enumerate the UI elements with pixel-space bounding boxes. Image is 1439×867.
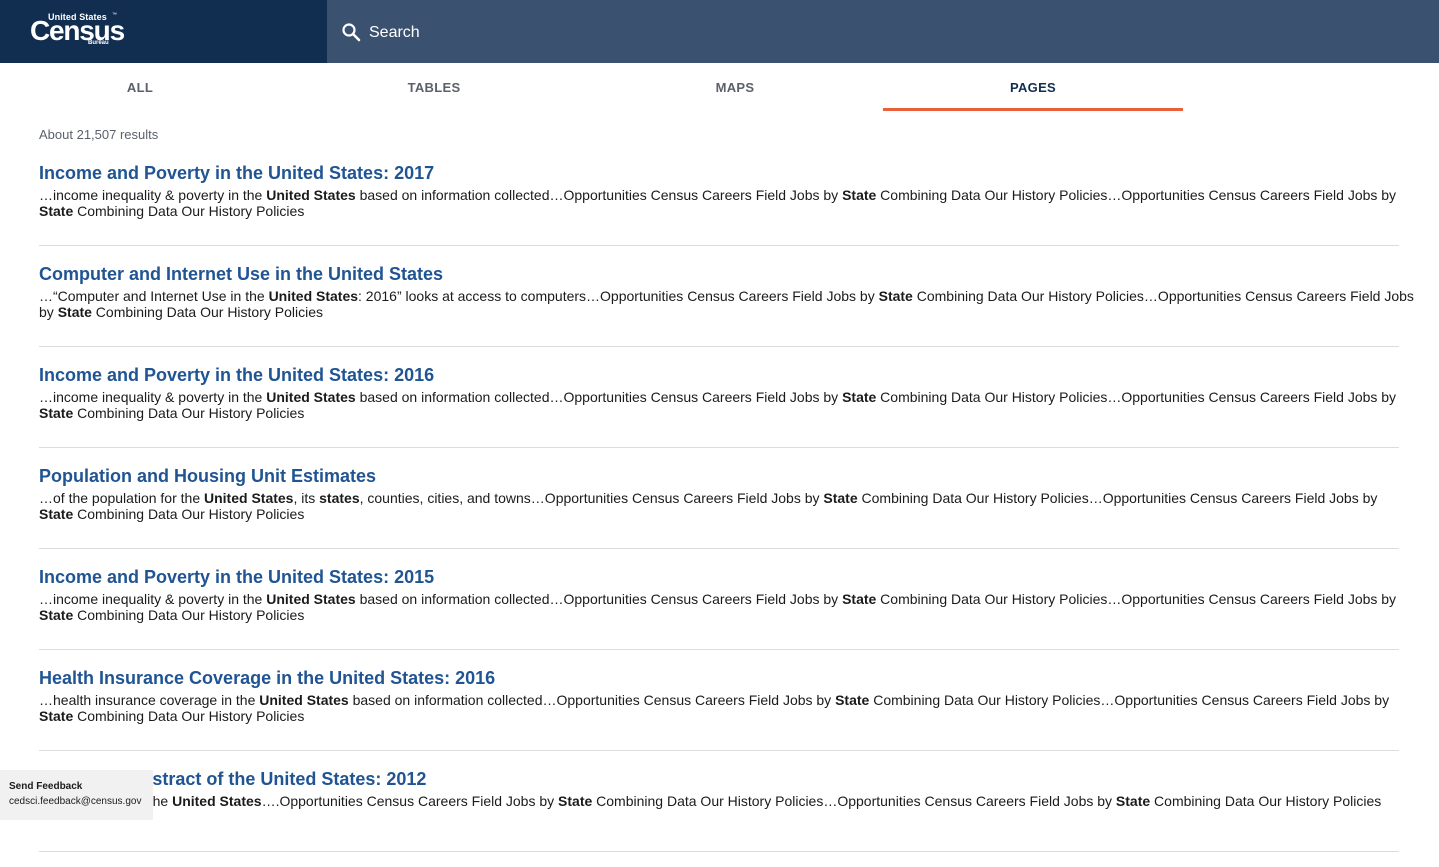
snippet-highlight: United States [204, 490, 294, 506]
snippet-text: Combining Data Our History Policies…Oppo… [876, 389, 1397, 405]
snippet-text: , counties, cities, and towns…Opportunit… [359, 490, 824, 506]
tab-tables[interactable]: TABLES [284, 63, 584, 111]
snippet-text: …income inequality & poverty in the [39, 187, 267, 203]
result-snippet: …income inequality & poverty in the Unit… [39, 187, 1414, 219]
snippet-text: …income inequality & poverty in the [39, 389, 267, 405]
snippet-highlight: State [39, 506, 74, 522]
feedback-email[interactable]: cedsci.feedback@census.gov [9, 796, 141, 807]
tab-all[interactable]: ALL [0, 63, 290, 111]
result-snippet: …health insurance coverage in the United… [39, 692, 1414, 724]
result-snippet: …of the population for the United States… [39, 490, 1414, 522]
snippet-text: based on information collected…Opportuni… [355, 187, 843, 203]
result-title-link[interactable]: Population and Housing Unit Estimates [39, 463, 1419, 489]
result-title-link[interactable]: Income and Poverty in the United States:… [39, 362, 1419, 388]
result-item: Population and Housing Unit Estimates …of… [39, 463, 1419, 564]
result-item: Income and Poverty in the United States:… [39, 362, 1419, 463]
snippet-highlight: State [39, 203, 74, 219]
snippet-text: Combining Data Our History Policies [73, 708, 305, 724]
snippet-highlight: United States [172, 793, 262, 809]
top-header: United States ™ Census Bureau [0, 0, 1439, 63]
result-item: Income and Poverty in the United States:… [39, 160, 1419, 261]
tab-pages[interactable]: PAGES [883, 63, 1183, 111]
snippet-text: …of the population for the [39, 490, 204, 506]
result-snippet: …“Computer and Internet Use in the Unite… [39, 288, 1414, 320]
tab-maps[interactable]: MAPS [585, 63, 885, 111]
search-bar [327, 0, 1439, 63]
snippet-highlight: United States [266, 591, 356, 607]
results-count: About 21,507 results [39, 127, 159, 142]
snippet-highlight: United States [266, 389, 356, 405]
result-item: Computer and Internet Use in the United … [39, 261, 1419, 362]
search-icon[interactable] [341, 22, 361, 42]
snippet-text: based on information collected…Opportuni… [355, 591, 843, 607]
snippet-highlight: United States [259, 692, 349, 708]
snippet-highlight: United States [266, 187, 356, 203]
snippet-highlight: State [842, 591, 877, 607]
search-input[interactable] [367, 19, 971, 47]
snippet-highlight: State [39, 607, 74, 623]
snippet-text: Combining Data Our History Policies…Oppo… [876, 187, 1397, 203]
snippet-text: Combining Data Our History Policies…Oppo… [876, 591, 1397, 607]
snippet-highlight: State [39, 708, 74, 724]
snippet-text: based on information collected…Opportuni… [348, 692, 836, 708]
result-snippet: …income inequality & poverty in the Unit… [39, 389, 1414, 421]
snippet-highlight: State [878, 288, 913, 304]
snippet-text: Combining Data Our History Policies [73, 607, 305, 623]
logo-main-text: Census [30, 15, 125, 46]
result-title-link[interactable]: Income and Poverty in the United States:… [39, 564, 1419, 590]
snippet-text: Combining Data Our History Policies [73, 203, 305, 219]
result-title-link[interactable]: Income and Poverty in the United States:… [39, 160, 1419, 186]
snippet-highlight: State [823, 490, 858, 506]
result-snippet: …income inequality & poverty in the Unit… [39, 591, 1414, 623]
snippet-text: Combining Data Our History Policies [1150, 793, 1382, 809]
result-title-link[interactable]: Health Insurance Coverage in the United … [39, 665, 1419, 691]
result-type-tabs: ALL TABLES MAPS PAGES [0, 63, 1439, 111]
result-title-link[interactable]: Computer and Internet Use in the United … [39, 261, 1419, 287]
result-title-link[interactable]: Statistical Abstract of the United State… [39, 766, 1419, 792]
snippet-text: Combining Data Our History Policies [73, 405, 305, 421]
snippet-highlight: State [39, 405, 74, 421]
feedback-title: Send Feedback [9, 781, 83, 792]
result-item: Income and Poverty in the United States:… [39, 564, 1419, 665]
snippet-text: : 2016” looks at access to computers…Opp… [358, 288, 879, 304]
snippet-text: based on information collected…Opportuni… [355, 389, 843, 405]
snippet-text: …income inequality & poverty in the [39, 591, 267, 607]
snippet-text: Combining Data Our History Policies…Oppo… [869, 692, 1390, 708]
snippet-highlight: State [842, 187, 877, 203]
snippet-highlight: State [558, 793, 593, 809]
logo-area: United States ™ Census Bureau [0, 0, 327, 63]
snippet-text: Combining Data Our History Policies…Oppo… [857, 490, 1378, 506]
snippet-text: Combining Data Our History Policies [73, 506, 305, 522]
snippet-text: Combining Data Our History Policies…Oppo… [592, 793, 1116, 809]
snippet-highlight: states [319, 490, 360, 506]
snippet-text: Combining Data Our History Policies [91, 304, 324, 320]
snippet-highlight: State [57, 304, 92, 320]
snippet-highlight: State [842, 389, 877, 405]
snippet-highlight: United States [268, 288, 359, 304]
result-item: Health Insurance Coverage in the United … [39, 665, 1419, 766]
snippet-text: …“Computer and Internet Use in the [39, 288, 269, 304]
snippet-highlight: State [1115, 793, 1151, 809]
result-item: Statistical Abstract of the United State… [39, 766, 1419, 867]
send-feedback-panel[interactable]: Send Feedback cedsci.feedback@census.gov [0, 770, 153, 820]
result-snippet: …organization of the United States….Oppo… [39, 793, 1414, 809]
snippet-text: …health insurance coverage in the [39, 692, 260, 708]
snippet-text: , its [293, 490, 320, 506]
results-list: Income and Poverty in the United States:… [39, 160, 1419, 867]
logo-line-3: Bureau [88, 40, 109, 46]
snippet-text: ….Opportunities Census Careers Field Job… [261, 793, 559, 809]
snippet-highlight: State [835, 692, 870, 708]
